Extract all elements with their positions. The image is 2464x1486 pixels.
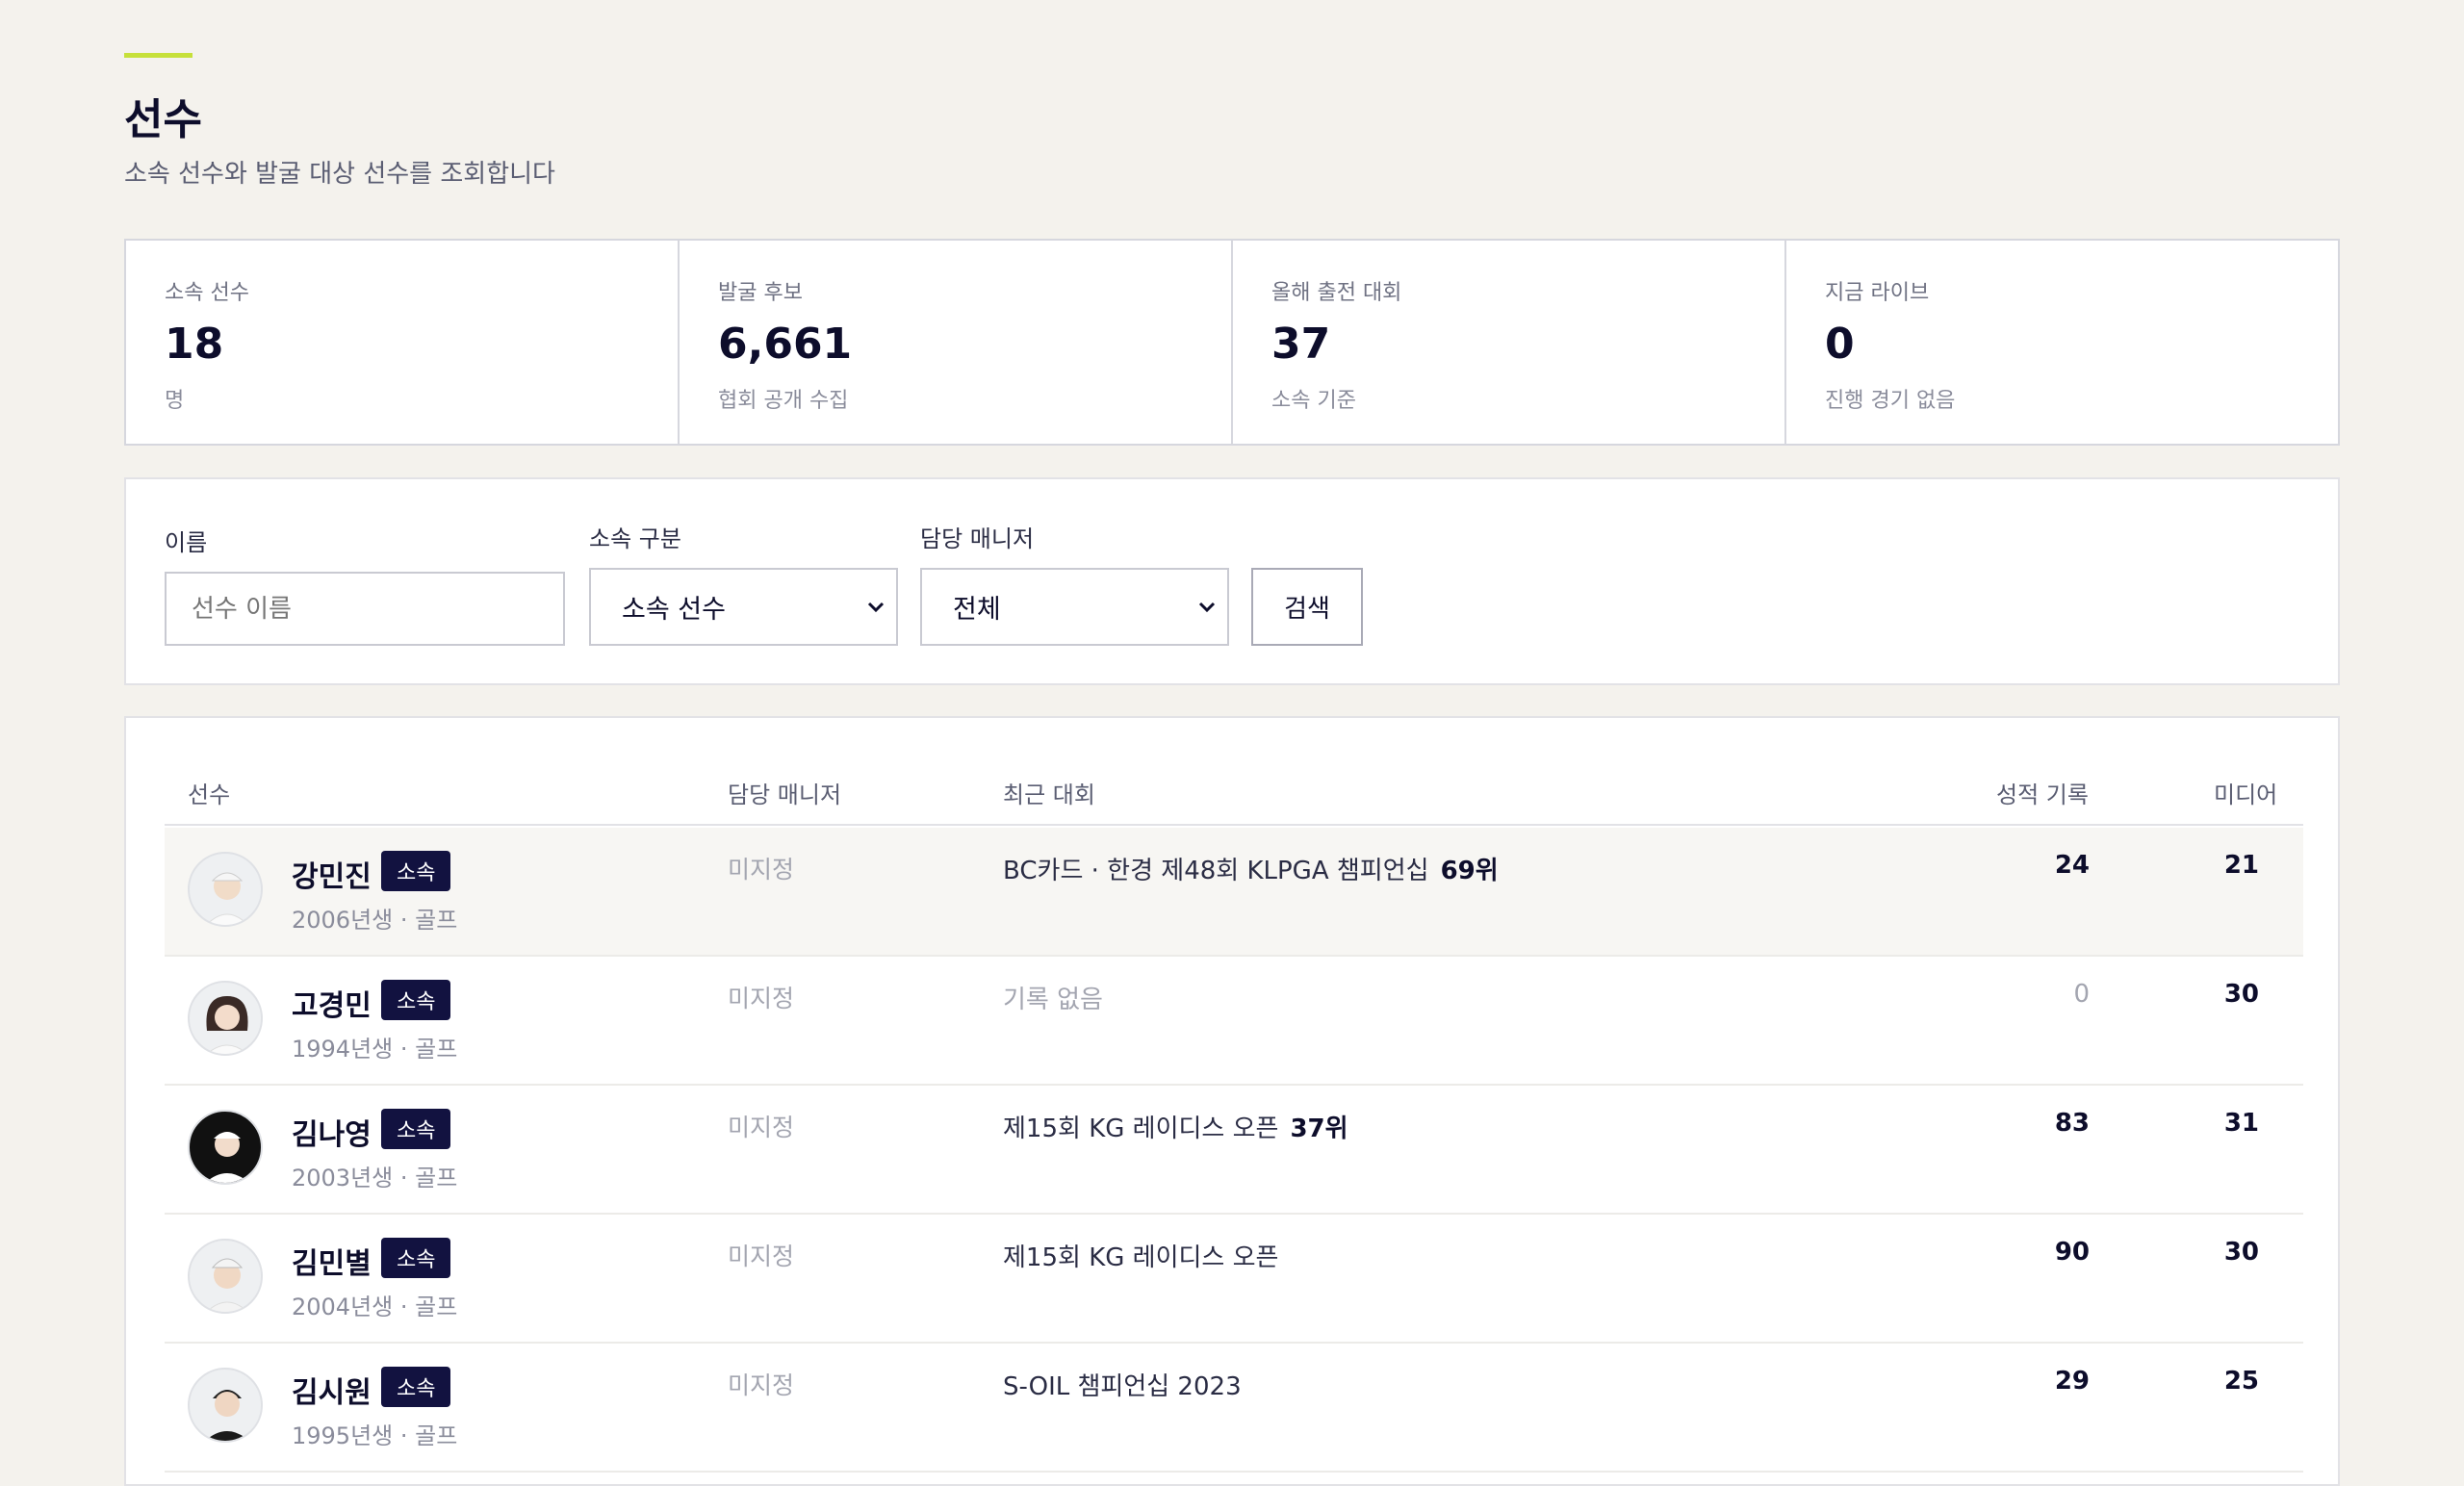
player-info: 2004년생 · 골프 xyxy=(292,1294,458,1320)
group-select-value: 소속 선수 xyxy=(622,595,726,625)
tournament-name: 제15회 KG 레이디스 오픈 xyxy=(1003,1243,1279,1272)
recent-tournament: 기록 없음 xyxy=(1003,980,1103,1015)
stat-card-affiliated: 소속 선수 18 명 xyxy=(126,241,678,444)
player-name: 김나영 xyxy=(292,1118,372,1152)
player-avatar xyxy=(188,1110,263,1185)
header-player: 선수 xyxy=(188,781,231,808)
stat-value: 0 xyxy=(1825,320,1855,369)
records-count: 0 xyxy=(2073,980,2090,1009)
stat-label: 발굴 후보 xyxy=(718,281,803,305)
stat-label: 올해 출전 대회 xyxy=(1271,281,1402,305)
tournament-name: 기록 없음 xyxy=(1003,986,1103,1014)
chevron-down-icon xyxy=(867,602,885,613)
filter-panel: 이름 소속 구분 소속 선수 담당 매니저 전체 검색 xyxy=(124,477,2340,685)
tournament-rank: 37위 xyxy=(1290,1114,1348,1143)
stats-panel: 소속 선수 18 명 발굴 후보 6,661 협회 공개 수집 올해 출전 대회… xyxy=(124,239,2340,446)
recent-tournament: S-OIL 챔피언십 2023 xyxy=(1003,1367,1242,1402)
stat-note: 협회 공개 수집 xyxy=(718,389,849,413)
page-subtitle: 소속 선수와 발굴 대상 선수를 조회합니다 xyxy=(124,160,555,189)
table-row[interactable]: 김시원 소속 1995년생 · 골프 미지정 S-OIL 챔피언십 2023 2… xyxy=(165,1344,2303,1473)
stat-note: 명 xyxy=(165,389,185,413)
media-count: 21 xyxy=(2223,851,2259,880)
tournament-rank: 69위 xyxy=(1440,857,1499,885)
player-avatar xyxy=(188,981,263,1056)
player-name-input[interactable] xyxy=(165,572,565,646)
player-info: 2006년생 · 골프 xyxy=(292,907,458,934)
manager-label: 담당 매니저 xyxy=(920,525,1035,552)
table-header: 선수 담당 매니저 최근 대회 성적 기록 미디어 xyxy=(165,776,2303,826)
stat-label: 소속 선수 xyxy=(165,281,249,305)
header-manager: 담당 매니저 xyxy=(728,781,842,808)
status-badge: 소속 xyxy=(381,851,451,891)
players-table: 선수 담당 매니저 최근 대회 성적 기록 미디어 강민진 소속 2006년생 … xyxy=(124,716,2340,1486)
stat-value: 18 xyxy=(165,320,224,369)
table-row[interactable]: 고경민 소속 1994년생 · 골프 미지정 기록 없음 0 30 xyxy=(165,957,2303,1086)
header-records: 성적 기록 xyxy=(1996,781,2089,808)
stat-card-candidates: 발굴 후보 6,661 협회 공개 수집 xyxy=(678,241,1231,444)
status-badge: 소속 xyxy=(381,1367,451,1407)
records-count: 29 xyxy=(2054,1367,2090,1396)
manager-cell: 미지정 xyxy=(728,856,795,884)
media-count: 30 xyxy=(2223,980,2259,1009)
stat-note: 진행 경기 없음 xyxy=(1825,389,1956,413)
recent-tournament: BC카드 · 한경 제48회 KLPGA 챔피언십 69위 xyxy=(1003,851,1499,886)
tournament-name: 제15회 KG 레이디스 오픈 xyxy=(1003,1114,1279,1143)
tournament-name: BC카드 · 한경 제48회 KLPGA 챔피언십 xyxy=(1003,857,1429,885)
media-count: 31 xyxy=(2223,1109,2259,1138)
header-media: 미디어 xyxy=(2214,781,2278,808)
name-label: 이름 xyxy=(165,529,208,556)
records-count: 83 xyxy=(2054,1109,2090,1138)
player-info: 1995년생 · 골프 xyxy=(292,1422,458,1449)
manager-cell: 미지정 xyxy=(728,1243,795,1270)
header-recent: 최근 대회 xyxy=(1003,781,1095,808)
manager-cell: 미지정 xyxy=(728,985,795,1012)
player-avatar xyxy=(188,852,263,927)
stat-value: 6,661 xyxy=(718,320,853,369)
group-select[interactable]: 소속 선수 xyxy=(589,568,898,646)
title-accent-bar xyxy=(124,53,192,58)
group-label: 소속 구분 xyxy=(589,525,681,552)
table-row[interactable]: 김나영 소속 2003년생 · 골프 미지정 제15회 KG 레이디스 오픈 37… xyxy=(165,1086,2303,1215)
player-name: 김시원 xyxy=(292,1376,372,1410)
player-info: 2003년생 · 골프 xyxy=(292,1165,458,1191)
status-badge: 소속 xyxy=(381,1238,451,1278)
stat-value: 37 xyxy=(1271,320,1331,369)
stat-card-live: 지금 라이브 0 진행 경기 없음 xyxy=(1784,241,2338,444)
manager-select-value: 전체 xyxy=(953,595,1001,625)
recent-tournament: 제15회 KG 레이디스 오픈 37위 xyxy=(1003,1109,1348,1144)
stat-card-tournaments: 올해 출전 대회 37 소속 기준 xyxy=(1231,241,1784,444)
records-count: 24 xyxy=(2054,851,2090,880)
table-row[interactable]: 강민진 소속 2006년생 · 골프 미지정 BC카드 · 한경 제48회 KL… xyxy=(165,828,2303,957)
records-count: 90 xyxy=(2054,1238,2090,1267)
player-name: 김민별 xyxy=(292,1247,372,1281)
chevron-down-icon xyxy=(1198,602,1216,613)
player-avatar xyxy=(188,1368,263,1443)
player-info: 1994년생 · 골프 xyxy=(292,1036,458,1063)
manager-cell: 미지정 xyxy=(728,1114,795,1141)
player-name: 고경민 xyxy=(292,989,372,1023)
player-name: 강민진 xyxy=(292,860,372,894)
stat-label: 지금 라이브 xyxy=(1825,281,1930,305)
status-badge: 소속 xyxy=(381,1109,451,1149)
manager-select[interactable]: 전체 xyxy=(920,568,1229,646)
media-count: 30 xyxy=(2223,1238,2259,1267)
recent-tournament: 제15회 KG 레이디스 오픈 xyxy=(1003,1238,1278,1273)
manager-cell: 미지정 xyxy=(728,1371,795,1399)
table-row[interactable]: 김민별 소속 2004년생 · 골프 미지정 제15회 KG 레이디스 오픈 9… xyxy=(165,1215,2303,1344)
status-badge: 소속 xyxy=(381,980,451,1020)
tournament-name: S-OIL 챔피언십 2023 xyxy=(1003,1372,1242,1401)
player-avatar xyxy=(188,1239,263,1314)
media-count: 25 xyxy=(2223,1367,2259,1396)
search-button[interactable]: 검색 xyxy=(1251,568,1363,646)
stat-note: 소속 기준 xyxy=(1271,389,1356,413)
page-title: 선수 xyxy=(124,95,202,144)
